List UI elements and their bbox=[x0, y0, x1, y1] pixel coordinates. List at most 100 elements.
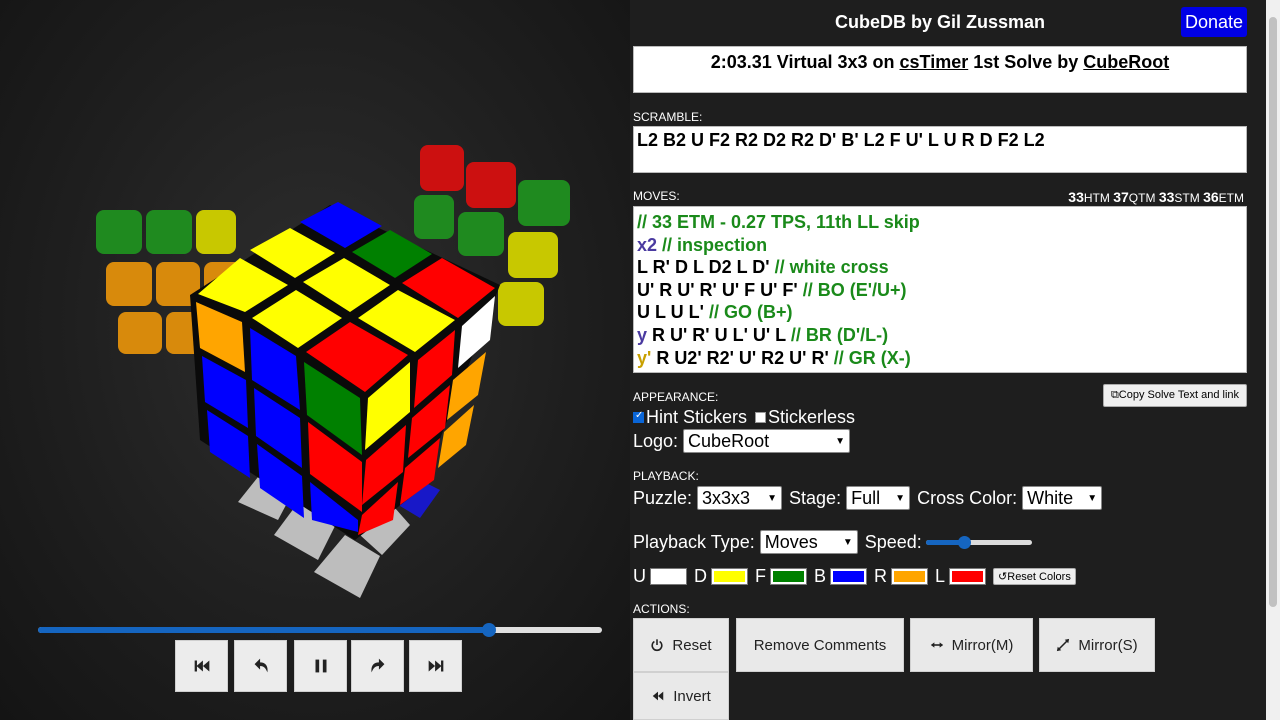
stage-select[interactable]: Full ▼ bbox=[846, 486, 911, 510]
playback-type-label: Playback Type: bbox=[633, 531, 755, 552]
step-forward-button[interactable] bbox=[351, 640, 404, 692]
remove-comments-button[interactable]: Remove Comments bbox=[736, 618, 904, 672]
moves-textarea[interactable]: // 33 ETM - 0.27 TPS, 11th LL skip x2 // … bbox=[633, 206, 1247, 373]
face-color-swatch[interactable] bbox=[711, 568, 748, 585]
face-color-swatch[interactable] bbox=[830, 568, 868, 585]
rewind-icon bbox=[652, 691, 664, 701]
redo-arrow-icon bbox=[370, 658, 384, 673]
puzzle-label: Puzzle: bbox=[633, 487, 693, 508]
progress-thumb[interactable] bbox=[482, 623, 497, 637]
hint-sticker bbox=[458, 212, 504, 256]
hint-sticker bbox=[518, 180, 570, 226]
pause-button[interactable] bbox=[294, 640, 347, 692]
playback-progress-slider[interactable] bbox=[38, 623, 602, 637]
face-label: F bbox=[755, 566, 766, 586]
skip-start-icon bbox=[194, 660, 209, 672]
chevron-down-icon: ▼ bbox=[767, 492, 778, 504]
copy-solve-label: Copy Solve Text and link bbox=[1118, 389, 1240, 401]
mirror-m-label: Mirror(M) bbox=[951, 636, 1014, 654]
face-label: D bbox=[694, 566, 707, 586]
face-color-swatch[interactable] bbox=[650, 568, 687, 585]
move-line: y R U' R' U L' U' L // BR (D'/L-) bbox=[637, 324, 1243, 347]
skip-to-start-button[interactable] bbox=[175, 640, 228, 692]
platform-link[interactable]: csTimer bbox=[900, 52, 969, 72]
scramble-label: SCRAMBLE: bbox=[633, 110, 703, 124]
hint-sticker bbox=[196, 210, 236, 254]
hint-stickers-checkbox[interactable] bbox=[633, 410, 644, 423]
solver-link[interactable]: CubeRoot bbox=[1083, 52, 1169, 72]
move-sequence: L R' D L D2 L D' bbox=[637, 257, 770, 278]
face-label: R bbox=[874, 566, 888, 586]
chevron-down-icon: ▼ bbox=[835, 435, 846, 447]
stickerless-checkbox[interactable] bbox=[755, 412, 767, 423]
copy-icon: ⧉ bbox=[1110, 389, 1119, 401]
hint-sticker bbox=[146, 210, 192, 254]
logo-row: Logo: CubeRoot ▼ bbox=[633, 429, 851, 453]
scramble-textarea[interactable]: L2 B2 U F2 R2 D2 R2 D' B' L2 F U' L U R … bbox=[633, 126, 1247, 173]
move-line: x2 // inspection bbox=[637, 234, 1243, 257]
hint-sticker bbox=[466, 162, 516, 208]
move-comment: // BR (D'/L-) bbox=[790, 324, 889, 345]
power-icon bbox=[651, 639, 663, 652]
invert-button[interactable]: Invert bbox=[633, 672, 729, 720]
remove-comments-label: Remove Comments bbox=[753, 636, 887, 654]
playback-row-1: Puzzle: 3x3x3 ▼ Stage: Full ▼ Cross Color:… bbox=[633, 486, 1103, 510]
step-back-button[interactable] bbox=[234, 640, 287, 692]
hint-sticker bbox=[96, 210, 142, 254]
move-comment: // white cross bbox=[774, 257, 889, 278]
cube-3d-view[interactable] bbox=[0, 0, 630, 620]
move-sequence: R U2' R2' U' R2 U' R' bbox=[656, 347, 829, 368]
move-comment: // BO (E'/U+) bbox=[802, 279, 907, 300]
move-line: L R' D L D2 L D' // white cross bbox=[637, 256, 1243, 279]
scrollbar-thumb[interactable] bbox=[1269, 17, 1277, 607]
mirror-s-button[interactable]: Mirror(S) bbox=[1039, 618, 1155, 672]
speed-slider[interactable] bbox=[925, 535, 1032, 549]
pause-icon bbox=[315, 659, 326, 673]
move-comment: // GO (B+) bbox=[708, 302, 793, 323]
puzzle-select[interactable]: 3x3x3 ▼ bbox=[697, 486, 783, 510]
move-line: U L U L' // GO (B+) bbox=[637, 301, 1243, 324]
logo-select[interactable]: CubeRoot ▼ bbox=[683, 429, 851, 453]
stage-label: Stage: bbox=[789, 487, 842, 508]
face-label: L bbox=[935, 566, 946, 586]
cube-viewer[interactable] bbox=[0, 0, 630, 720]
reset-colors-button[interactable]: ↺ Reset Colors bbox=[993, 568, 1076, 585]
appearance-options: Hint Stickers Stickerless bbox=[633, 407, 855, 428]
metric-unit: QTM bbox=[1128, 191, 1156, 205]
progress-fill bbox=[38, 627, 490, 633]
rotation-prefix: x2 bbox=[637, 234, 658, 255]
move-comment: // 33 ETM - 0.27 TPS, 11th LL skip bbox=[637, 212, 920, 232]
reset-colors-label: Reset Colors bbox=[1007, 570, 1071, 583]
metric-unit: ETM bbox=[1218, 191, 1244, 205]
move-sequence: U' R U' R' U' F U' F' bbox=[637, 279, 798, 300]
reset-label: Reset bbox=[672, 636, 712, 654]
face-color-swatch[interactable] bbox=[949, 568, 987, 585]
horizontal-arrows-icon bbox=[930, 642, 943, 648]
face-label: U bbox=[633, 566, 646, 586]
cross-color-select[interactable]: White ▼ bbox=[1022, 486, 1103, 510]
stage-select-value: Full bbox=[851, 487, 881, 508]
copy-solve-button[interactable]: ⧉Copy Solve Text and link bbox=[1103, 384, 1247, 407]
hint-sticker bbox=[414, 195, 454, 239]
scrollbar[interactable] bbox=[1266, 0, 1280, 720]
hint-sticker bbox=[498, 282, 544, 326]
speed-thumb[interactable] bbox=[957, 535, 971, 549]
moves-label: MOVES: bbox=[633, 189, 680, 203]
puzzle-select-value: 3x3x3 bbox=[702, 487, 751, 508]
rotation-prefix: y' bbox=[637, 347, 652, 368]
mirror-m-button[interactable]: Mirror(M) bbox=[910, 618, 1033, 672]
hint-sticker bbox=[118, 312, 162, 354]
donate-button[interactable]: Donate bbox=[1181, 7, 1247, 37]
face-color-swatch[interactable] bbox=[770, 568, 807, 585]
face-label: B bbox=[814, 566, 827, 586]
reset-button[interactable]: Reset bbox=[633, 618, 729, 672]
skip-to-end-button[interactable] bbox=[409, 640, 462, 692]
face-color-swatch[interactable] bbox=[891, 568, 929, 585]
move-line: U' R U' R' U' F U' F' // BO (E'/U+) bbox=[637, 279, 1243, 302]
cross-color-label: Cross Color: bbox=[917, 487, 1018, 508]
solve-title-mid: 1st Solve by bbox=[973, 52, 1079, 72]
playback-type-select[interactable]: Moves ▼ bbox=[759, 530, 858, 554]
solve-title-time: 2:03.31 Virtual 3x3 on bbox=[710, 52, 895, 72]
diagonal-arrows-icon bbox=[1057, 638, 1070, 652]
solve-title: 2:03.31 Virtual 3x3 on csTimer 1st Solve… bbox=[633, 46, 1247, 93]
